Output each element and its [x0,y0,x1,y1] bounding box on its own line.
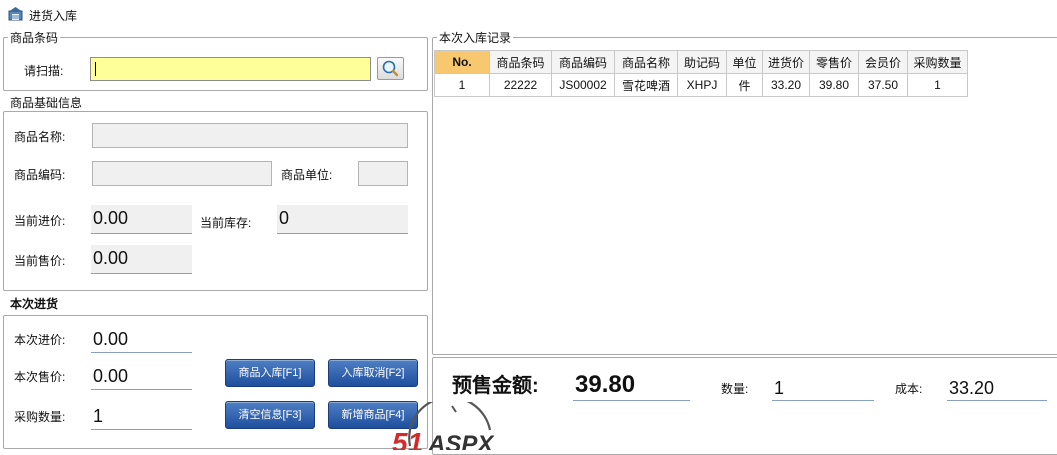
summary-qty-label: 数量: [721,382,749,396]
search-button[interactable] [377,57,404,80]
column-header[interactable]: 单位 [726,50,763,74]
table-cell: XHPJ [677,73,727,97]
name-label: 商品名称: [14,130,66,144]
svg-text:ASPX: ASPX [427,431,495,450]
svg-text:51: 51 [392,427,423,450]
in-price-label: 本次进价: [14,333,66,347]
current-sale-price-field[interactable]: 0.00 [91,245,192,274]
table-cell: 33.20 [762,73,810,97]
sale-price-label: 本次售价: [14,370,66,384]
column-header[interactable]: 进货价 [762,50,810,74]
stock-in-button[interactable]: 商品入库[F1] [225,359,315,387]
table-cell: 1 [907,73,968,97]
table-cell: 39.80 [809,73,859,97]
current-in-price-field[interactable]: 0.00 [91,205,192,234]
qty-input[interactable]: 1 [91,404,192,430]
column-header[interactable]: 零售价 [809,50,859,74]
presale-amount-value: 39.80 [573,370,690,401]
warehouse-icon [8,7,23,21]
cancel-stock-in-button[interactable]: 入库取消[F2] [328,359,418,387]
records-title: 本次入库记录 [437,31,514,45]
table-cell: 1 [434,73,490,97]
barcode-scan-input[interactable] [90,57,371,81]
in-price-input[interactable]: 0.00 [91,327,192,353]
table-cell: 37.50 [858,73,908,97]
product-name-field[interactable] [92,123,408,148]
column-header[interactable]: No. [434,50,490,74]
table-cell: 22222 [489,73,552,97]
basic-info-title: 商品基础信息 [8,96,85,110]
unit-label: 商品单位: [281,168,333,182]
summary-panel [432,357,1057,455]
cur-sale-price-label: 当前售价: [14,254,66,268]
cost-label: 成本: [895,382,923,396]
current-stock-field[interactable]: 0 [277,205,408,234]
table-cell: JS00002 [551,73,615,97]
table-cell: 件 [726,73,763,97]
barcode-group-title: 商品条码 [8,31,61,45]
product-code-field[interactable] [92,161,272,186]
records-table: No. 商品条码 商品编码 商品名称 助记码 单位 进货价 零售价 会员价 采购… [434,50,968,97]
purchase-group-title: 本次进货 [8,297,61,311]
summary-qty-value: 1 [772,376,874,401]
column-header[interactable]: 商品条码 [489,50,552,74]
column-header[interactable]: 商品名称 [614,50,678,74]
cur-stock-label: 当前库存: [200,216,252,230]
table-cell: 雪花啤酒 [614,73,678,97]
code-label: 商品编码: [14,168,66,182]
watermark-logo: 51 ASPX [392,402,495,450]
text-caret [95,62,96,76]
column-header[interactable]: 会员价 [858,50,908,74]
cur-in-price-label: 当前进价: [14,214,66,228]
cost-value: 33.20 [947,376,1047,401]
qty-label: 采购数量: [14,410,66,424]
column-header[interactable]: 采购数量 [907,50,968,74]
table-row[interactable]: 1 22222 JS00002 雪花啤酒 XHPJ 件 33.20 39.80 … [434,73,968,97]
window-title: 进货入库 [29,9,78,23]
clear-info-button[interactable]: 清空信息[F3] [225,401,315,429]
sale-price-input[interactable]: 0.00 [91,364,192,390]
scan-label: 请扫描: [24,64,64,78]
presale-amount-label: 预售金额: [452,375,539,397]
column-header[interactable]: 商品编码 [551,50,615,74]
magnifier-icon [382,60,399,77]
table-header-row: No. 商品条码 商品编码 商品名称 助记码 单位 进货价 零售价 会员价 采购… [434,50,968,74]
product-unit-field[interactable] [358,161,408,186]
column-header[interactable]: 助记码 [677,50,727,74]
title-bar: 进货入库 [0,0,1057,28]
